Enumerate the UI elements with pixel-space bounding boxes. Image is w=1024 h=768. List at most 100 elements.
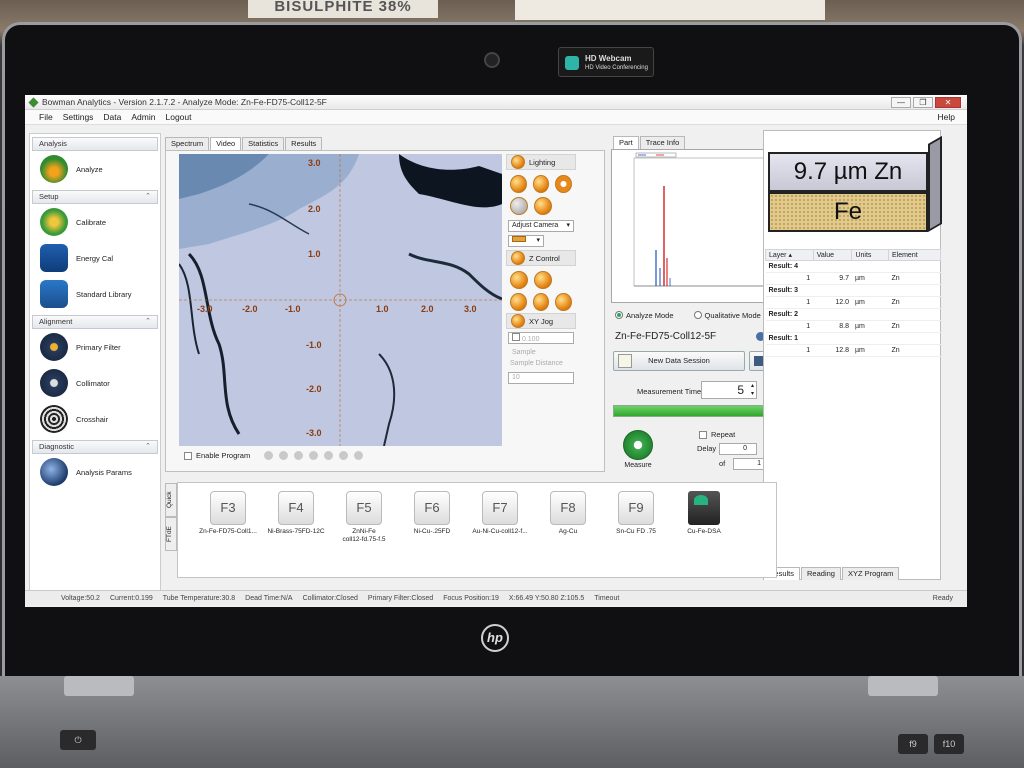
column-header-layer[interactable]: Layer ▴ [765,249,814,261]
section-analysis[interactable]: Analysis [32,137,158,151]
measurement-time-input[interactable]: 5 ▴ ▾ [701,381,757,399]
spinner-icon[interactable]: ▴ ▾ [751,382,754,398]
sidebar-item-standard-library[interactable]: Standard Library [30,276,160,312]
table-row[interactable]: 1 8.8 µm Zn [765,320,941,333]
edit-icon[interactable] [294,451,304,460]
jog-step-field[interactable]: 0.100 [508,332,574,344]
collimator-icon [40,369,68,397]
column-header-value[interactable]: Value [812,249,853,261]
tab-ftde[interactable]: FTdE [165,517,177,551]
light-down-button[interactable] [532,175,550,193]
qualitative-mode-radio[interactable]: Qualitative Mode [693,311,761,320]
z-up-fast-button[interactable] [534,271,552,289]
sidebar-item-collimator[interactable]: Collimator [30,365,160,401]
repeat-checkbox[interactable] [699,430,707,439]
enable-program-checkbox[interactable] [184,451,192,460]
quick-key-f5[interactable]: F5 ZnNi-Fe coll12-fd.75-f.5 [332,491,396,544]
result-group[interactable]: Result: 2 [765,308,941,321]
sidebar-item-calibrate[interactable]: Calibrate [30,204,160,240]
section-setup[interactable]: Setup ⌃ [32,190,158,204]
sample-distance-field[interactable]: 10 [508,372,574,384]
table-row[interactable]: 1 12.8 µm Zn [765,344,941,357]
quick-key-f8[interactable]: F8 Ag-Cu [536,491,600,536]
video-image [179,154,502,446]
z-focus-button[interactable] [555,293,573,311]
close-button[interactable]: ✕ [935,96,961,108]
tab-statistics[interactable]: Statistics [242,137,285,150]
tab-trace-info[interactable]: Trace Info [639,136,686,149]
quick-key-f4[interactable]: F4 Ni-Brass-75FD-12C [264,491,328,536]
pause-icon[interactable] [339,451,349,460]
lighting-header[interactable]: Lighting [506,154,576,170]
x-tick-label: 2.0 [421,304,434,314]
quick-key-f3[interactable]: F3 Zn-Fe-FD75-Coll1... [196,491,260,536]
camera-preset-dropdown[interactable]: ▾ [508,235,544,247]
column-header-units[interactable]: Units [851,249,889,261]
video-feed[interactable]: -3.0 -2.0 -1.0 1.0 2.0 3.0 3.0 2.0 1.0 -… [179,154,502,446]
left-hinge [64,676,134,696]
fkey-9[interactable]: f9 [898,734,928,754]
light-off-button[interactable] [510,197,528,215]
tab-xyz-program[interactable]: XYZ Program [841,567,900,580]
sidebar-item-energy-cal[interactable]: Energy Cal [30,240,160,276]
menu-file[interactable]: File [39,112,53,122]
sidebar-item-primary-filter[interactable]: Primary Filter [30,329,160,365]
adjust-camera-dropdown[interactable]: Adjust Camera ▾ [508,220,574,232]
section-alignment[interactable]: Alignment ⌃ [32,315,158,329]
delay-input[interactable]: 0 [719,443,757,455]
tab-video[interactable]: Video [210,137,242,150]
menu-admin[interactable]: Admin [131,112,155,122]
tab-quick[interactable]: Quick [165,483,177,517]
tab-part[interactable]: Part [613,136,639,149]
table-row[interactable]: 1 12.0 µm Zn [765,296,941,309]
z-down-button[interactable] [510,293,527,311]
menu-help[interactable]: Help [938,112,955,122]
maximize-button[interactable]: ❐ [913,96,933,108]
play-icon[interactable] [324,451,334,460]
result-group[interactable]: Result: 1 [765,332,941,345]
table-row[interactable]: 1 9.7 µm Zn [765,272,941,285]
light-on-button[interactable] [534,197,552,215]
jog-checkbox[interactable] [512,333,520,341]
sidebar-item-crosshair[interactable]: Crosshair [30,401,160,437]
quick-key-f9[interactable]: F9 Sn-Cu FD .75 [604,491,668,536]
quick-key-f7[interactable]: F7 Au-Ni-Cu-coll12-f... [468,491,532,536]
menu-data[interactable]: Data [103,112,121,122]
back-icon[interactable] [309,451,319,460]
spectrum-plot[interactable] [611,149,781,303]
light-ring-button[interactable] [555,175,573,193]
sidebar-item-analysis-params[interactable]: Analysis Params [30,454,160,490]
sidebar-item-label: Primary Filter [76,342,121,352]
analyze-mode-radio[interactable]: Analyze Mode [615,311,674,320]
sidebar-item-analyze[interactable]: Analyze [30,151,160,187]
quick-key-dsa[interactable]: Cu-Fe-DSA [672,491,736,536]
section-diagnostic[interactable]: Diagnostic ⌃ [32,440,158,454]
tab-spectrum[interactable]: Spectrum [165,137,210,150]
mode-selector: Analyze Mode Qualitative Mode [615,311,761,320]
status-current: Current:0.199 [109,594,153,602]
stop-icon[interactable] [279,451,289,460]
new-data-session-button[interactable]: New Data Session [613,351,745,371]
z-down-fast-button[interactable] [532,293,550,311]
measure-button[interactable]: Measure [621,430,655,469]
z-up-button[interactable] [510,271,528,289]
minimize-button[interactable]: — [891,96,911,108]
quick-key-f6[interactable]: F6 Ni-Cu-.25FD [400,491,464,536]
menu-logout[interactable]: Logout [165,112,191,122]
enable-program[interactable]: Enable Program [184,451,364,460]
fkey-10[interactable]: f10 [934,734,964,754]
record-icon[interactable] [264,451,274,460]
xy-jog-header[interactable]: XY Jog [506,313,576,329]
z-control-header[interactable]: Z Control [506,250,576,266]
camera-swatch-icon [512,236,526,242]
tab-results[interactable]: Results [285,137,323,150]
menu-settings[interactable]: Settings [63,112,94,122]
tab-reading[interactable]: Reading [801,567,841,580]
result-group[interactable]: Result: 3 [765,284,941,297]
result-group[interactable]: Result: 4 [765,260,941,273]
column-header-element[interactable]: Element [887,249,942,261]
power-key[interactable]: ⏻ [60,730,96,750]
settings-icon[interactable] [354,451,364,460]
repeat-option[interactable]: Repeat [699,430,735,439]
light-up-button[interactable] [510,175,527,193]
